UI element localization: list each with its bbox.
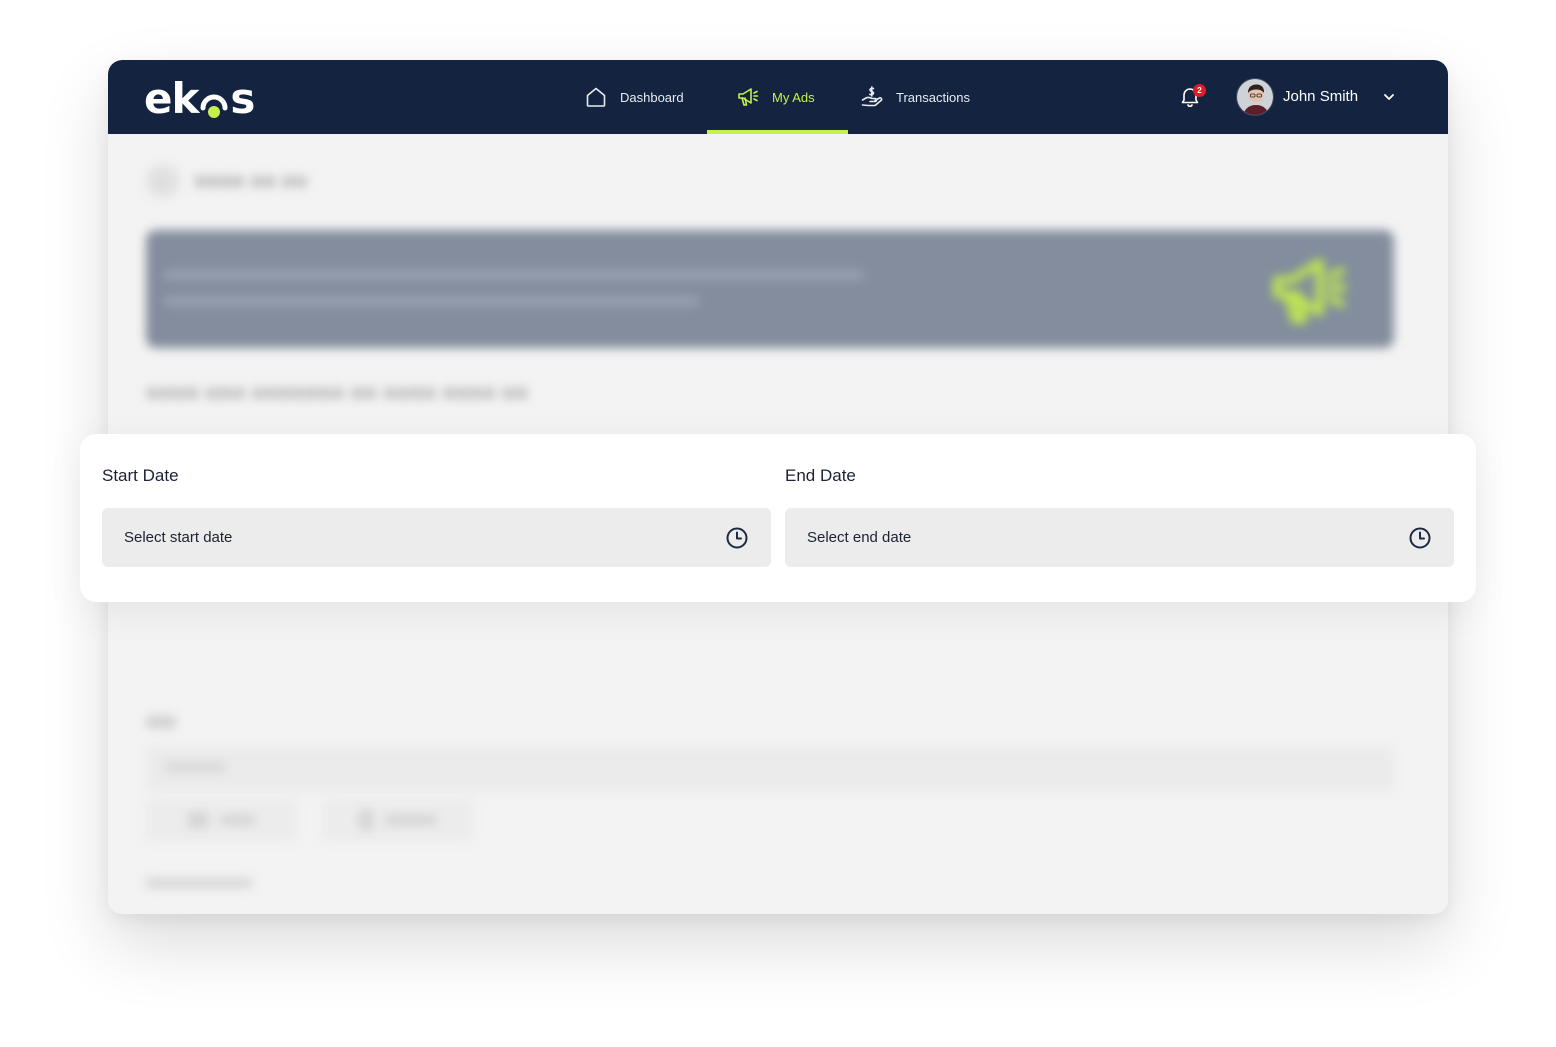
blurred-input bbox=[146, 746, 1394, 792]
nav-transactions[interactable]: Transactions bbox=[860, 60, 970, 134]
home-icon bbox=[584, 85, 608, 109]
chevron-down-icon[interactable] bbox=[1380, 88, 1398, 106]
nav-dashboard-label: Dashboard bbox=[620, 89, 684, 105]
nav-transactions-label: Transactions bbox=[896, 89, 970, 105]
ekos-logo[interactable]: ek s bbox=[144, 74, 255, 123]
blurred-field-label bbox=[146, 716, 176, 728]
start-date-placeholder: Select start date bbox=[124, 529, 233, 546]
end-date-label: End Date bbox=[785, 466, 856, 485]
back-arrow-icon: ← bbox=[146, 164, 180, 198]
user-name[interactable]: John Smith bbox=[1283, 87, 1358, 107]
blurred-page-title: ■■■■ ■■ ■■ bbox=[194, 170, 308, 193]
end-date-field[interactable]: Select end date bbox=[785, 508, 1454, 567]
blurred-banner-line bbox=[164, 270, 864, 280]
blurred-info-banner bbox=[146, 230, 1394, 348]
blurred-banner-line bbox=[164, 296, 699, 306]
end-date-placeholder: Select end date bbox=[807, 529, 912, 546]
megaphone-icon bbox=[1264, 248, 1354, 334]
hand-dollar-icon bbox=[860, 85, 884, 109]
user-avatar[interactable] bbox=[1236, 78, 1274, 116]
notification-count-badge: 2 bbox=[1193, 84, 1206, 97]
blurred-option bbox=[146, 798, 298, 842]
start-date-field[interactable]: Select start date bbox=[102, 508, 771, 567]
nav-dashboard[interactable]: Dashboard bbox=[584, 60, 684, 134]
blurred-option bbox=[322, 798, 474, 842]
date-range-card: Start Date Select start date End Date Se… bbox=[80, 434, 1476, 602]
nav-my-ads-label: My Ads bbox=[772, 89, 815, 105]
nav-my-ads[interactable]: My Ads bbox=[736, 60, 815, 134]
top-navbar: ek s Dashboard My Ads Transactions 2 Joh… bbox=[108, 60, 1448, 134]
blurred-form-heading: ■■■■ ■■■ ■■■■■■■ ■■ ■■■■ ■■■■ ■■ bbox=[146, 380, 529, 405]
blurred-footnote bbox=[146, 878, 252, 888]
start-date-label: Start Date bbox=[102, 466, 179, 485]
clock-icon[interactable] bbox=[1408, 526, 1432, 550]
logo-o-mark bbox=[199, 83, 229, 118]
clock-icon[interactable] bbox=[725, 526, 749, 550]
megaphone-icon bbox=[736, 85, 760, 109]
